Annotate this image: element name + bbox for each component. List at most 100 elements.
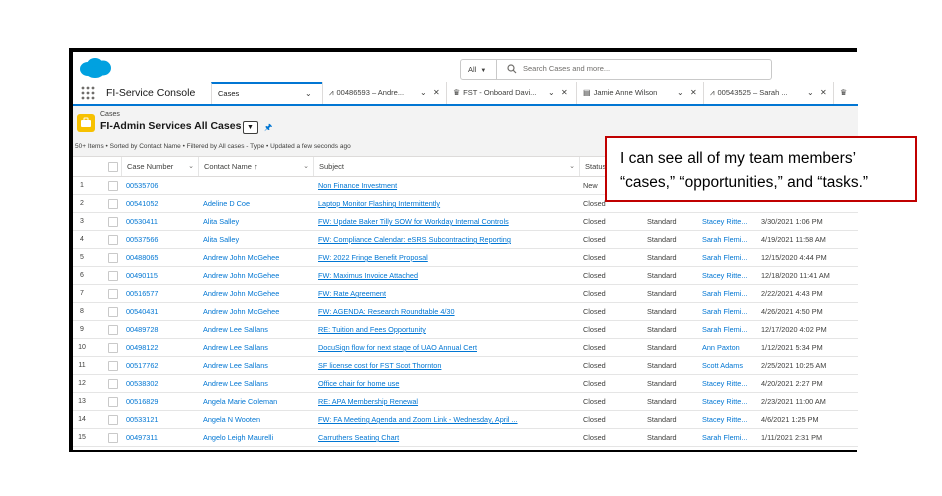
row-select-checkbox[interactable] <box>108 307 118 317</box>
tab-jamie-anne-wilson[interactable]: ▤ Jamie Anne Wilson ⌄ ✕ <box>576 82 703 104</box>
case-owner-link[interactable]: Sarah Flemi... <box>702 321 756 338</box>
contact-name-link[interactable]: Alita Salley <box>203 213 311 230</box>
row-select-checkbox[interactable] <box>108 415 118 425</box>
search-scope-select[interactable]: All ▼ <box>461 60 497 79</box>
close-icon[interactable]: ✕ <box>561 82 568 104</box>
row-select-checkbox[interactable] <box>108 289 118 299</box>
subject-link[interactable]: FW: Maximus Invoice Attached <box>318 267 576 284</box>
contact-name-link[interactable]: Andrew John McGehee <box>203 249 311 266</box>
chevron-down-icon[interactable]: ⌄ <box>807 82 814 104</box>
tab-overflow[interactable]: ♛ <box>833 82 858 104</box>
row-select-checkbox[interactable] <box>108 217 118 227</box>
case-number-link[interactable]: 00537566 <box>126 231 196 248</box>
contact-name-link[interactable]: Alita Salley <box>203 231 311 248</box>
contact-name-link[interactable]: Angelo Leigh Maurelli <box>203 447 311 450</box>
subject-link[interactable]: FW: 2022 Fringe Benefit Proposal <box>318 249 576 266</box>
contact-name-link[interactable]: Andrew John McGehee <box>203 303 311 320</box>
close-icon[interactable]: ✕ <box>820 82 827 104</box>
contact-name-link[interactable] <box>203 177 311 194</box>
contact-name-link[interactable]: Andrew Lee Sallans <box>203 321 311 338</box>
case-number-link[interactable]: 00516829 <box>126 393 196 410</box>
case-number-link[interactable]: 00498122 <box>126 339 196 356</box>
row-select-checkbox[interactable] <box>108 253 118 263</box>
chevron-down-icon[interactable]: ⌄ <box>548 82 555 104</box>
tab-case-00486593[interactable]: ⩘ 00486593 – Andre... ⌄ ✕ <box>322 82 446 104</box>
row-select-checkbox[interactable] <box>108 181 118 191</box>
row-select-checkbox[interactable] <box>108 325 118 335</box>
case-number-link[interactable]: 00533121 <box>126 411 196 428</box>
case-owner-link[interactable]: Scott Adams <box>702 357 756 374</box>
contact-name-link[interactable]: Angela N Wooten <box>203 411 311 428</box>
chevron-down-icon[interactable]: ⌄ <box>420 82 427 104</box>
close-icon[interactable]: ✕ <box>690 82 697 104</box>
row-select-checkbox[interactable] <box>108 433 118 443</box>
subject-link[interactable]: FW: FA Meeting Agenda and Zoom Link - We… <box>318 411 576 428</box>
case-owner-link[interactable]: Stacey Ritte... <box>702 411 756 428</box>
contact-name-link[interactable]: Angelo Leigh Maurelli <box>203 429 311 446</box>
subject-link[interactable]: FW: AGENDA: Research Roundtable 4/30 <box>318 303 576 320</box>
case-number-link[interactable]: 00497311 <box>126 429 196 446</box>
case-number-link[interactable]: 00540431 <box>126 303 196 320</box>
contact-name-link[interactable]: Andrew Lee Sallans <box>203 375 311 392</box>
case-owner-link[interactable]: Stacey Ritte... <box>702 375 756 392</box>
chevron-down-icon[interactable]: ⌄ <box>569 157 575 176</box>
case-number-link[interactable]: 00530411 <box>126 213 196 230</box>
case-owner-link[interactable]: Sarah Flemi... <box>702 303 756 320</box>
list-view-dropdown-button[interactable]: ▼ <box>243 121 258 134</box>
subject-link[interactable]: FW: CARES Institutional funds <box>318 447 576 450</box>
subject-link[interactable]: Non Finance Investment <box>318 177 576 194</box>
subject-link[interactable]: RE: APA Membership Renewal <box>318 393 576 410</box>
case-owner-link[interactable]: Sarah Flemi... <box>702 447 756 450</box>
row-select-checkbox[interactable] <box>108 235 118 245</box>
case-owner-link[interactable]: Stacey Ritte... <box>702 267 756 284</box>
contact-name-link[interactable]: Andrew John McGehee <box>203 267 311 284</box>
column-header-case-number[interactable]: Case Number ⌄ <box>121 157 198 176</box>
case-number-link[interactable]: 00490115 <box>126 267 196 284</box>
subject-link[interactable]: SF license cost for FST Scot Thornton <box>318 357 576 374</box>
case-number-link[interactable]: 00538302 <box>126 375 196 392</box>
column-header-subject[interactable]: Subject ⌄ <box>313 157 579 176</box>
row-select-checkbox[interactable] <box>108 379 118 389</box>
subject-link[interactable]: Office chair for home use <box>318 375 576 392</box>
chevron-down-icon[interactable]: ⌄ <box>303 157 309 176</box>
case-owner-link[interactable]: Ann Paxton <box>702 339 756 356</box>
chevron-down-icon[interactable]: ⌄ <box>188 157 194 176</box>
case-number-link[interactable]: 00489728 <box>126 321 196 338</box>
subject-link[interactable]: RE: Tuition and Fees Opportunity <box>318 321 576 338</box>
case-owner-link[interactable]: Sarah Flemi... <box>702 231 756 248</box>
row-select-checkbox[interactable] <box>108 199 118 209</box>
search-input[interactable] <box>523 61 753 76</box>
subject-link[interactable]: Carruthers Seating Chart <box>318 429 576 446</box>
tab-cases[interactable]: Cases ⌄ <box>211 82 322 104</box>
contact-name-link[interactable]: Adeline D Coe <box>203 195 311 212</box>
row-select-checkbox[interactable] <box>108 343 118 353</box>
close-icon[interactable]: ✕ <box>433 82 440 104</box>
contact-name-link[interactable]: Andrew Lee Sallans <box>203 357 311 374</box>
contact-name-link[interactable]: Angela Marie Coleman <box>203 393 311 410</box>
app-launcher-icon[interactable] <box>81 86 95 100</box>
subject-link[interactable]: FW: Compliance Calendar: eSRS Subcontrac… <box>318 231 576 248</box>
case-number-link[interactable]: 00497599 <box>126 447 196 450</box>
case-owner-link[interactable]: Stacey Ritte... <box>702 393 756 410</box>
case-owner-link[interactable]: Sarah Flemi... <box>702 429 756 446</box>
salesforce-logo-icon[interactable] <box>78 57 112 79</box>
subject-link[interactable]: FW: Rate Agreement <box>318 285 576 302</box>
case-number-link[interactable]: 00488065 <box>126 249 196 266</box>
row-select-checkbox[interactable] <box>108 361 118 371</box>
subject-link[interactable]: FW: Update Baker Tilly SOW for Workday I… <box>318 213 576 230</box>
subject-link[interactable]: DocuSign flow for next stage of UAO Annu… <box>318 339 576 356</box>
tab-case-00543525[interactable]: ⩘ 00543525 – Sarah ... ⌄ ✕ <box>703 82 833 104</box>
select-all-checkbox[interactable] <box>108 162 118 172</box>
case-number-link[interactable]: 00535706 <box>126 177 196 194</box>
column-header-contact-name[interactable]: Contact Name ↑ ⌄ <box>198 157 313 176</box>
pin-icon[interactable]: 🖈 <box>264 120 272 136</box>
chevron-down-icon[interactable]: ⌄ <box>305 84 312 104</box>
chevron-down-icon[interactable]: ⌄ <box>677 82 684 104</box>
case-owner-link[interactable]: Stacey Ritte... <box>702 213 756 230</box>
case-owner-link[interactable]: Sarah Flemi... <box>702 249 756 266</box>
row-select-checkbox[interactable] <box>108 397 118 407</box>
contact-name-link[interactable]: Andrew Lee Sallans <box>203 339 311 356</box>
contact-name-link[interactable]: Andrew John McGehee <box>203 285 311 302</box>
row-select-checkbox[interactable] <box>108 271 118 281</box>
case-owner-link[interactable]: Sarah Flemi... <box>702 285 756 302</box>
